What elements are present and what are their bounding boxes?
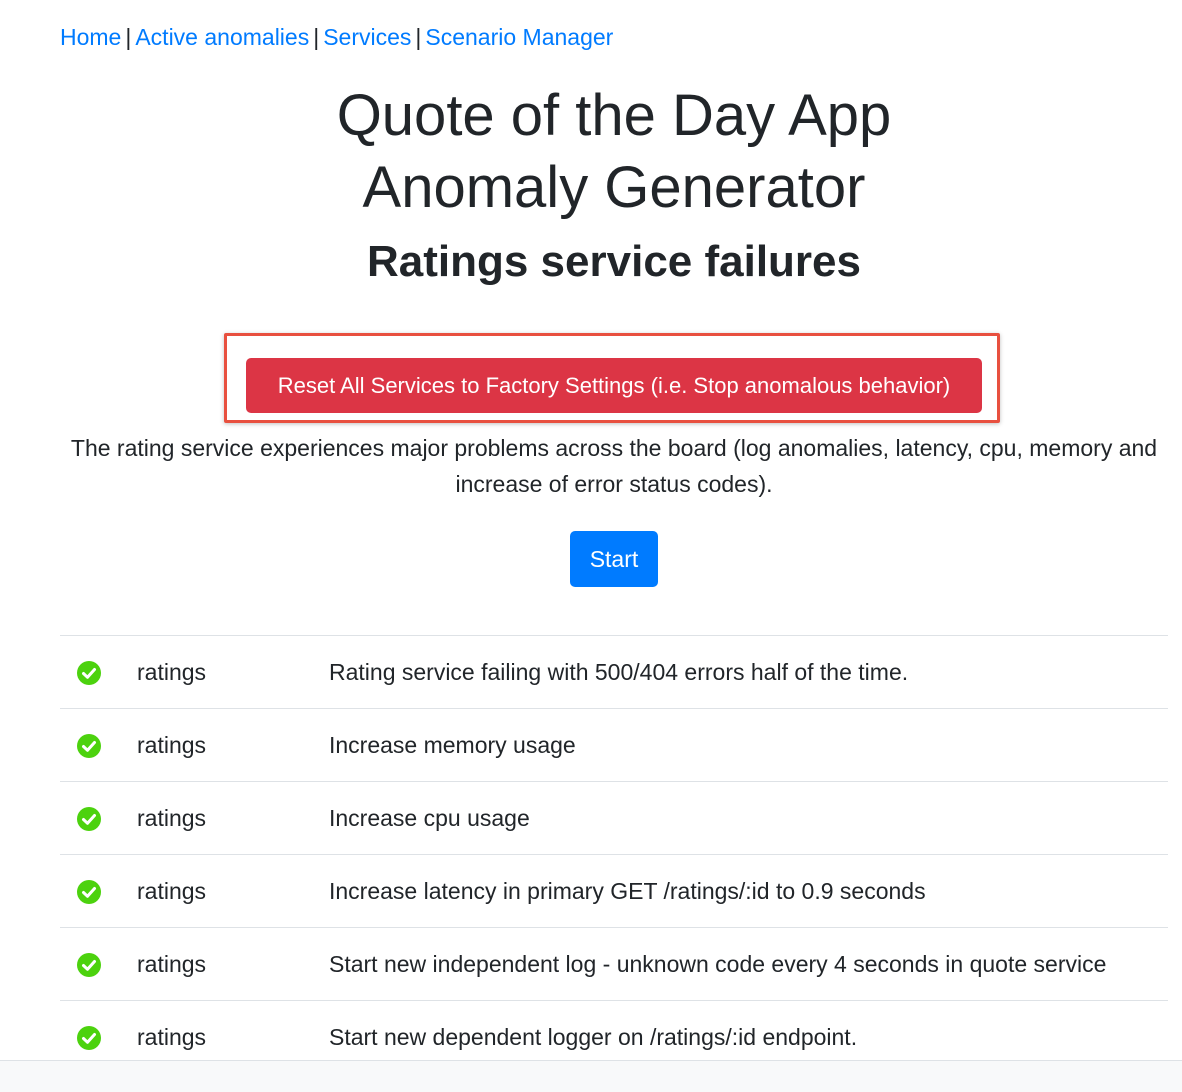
step-description: Rating service failing with 500/404 erro… [329,659,909,685]
page-title-line2: Anomaly Generator [362,155,866,220]
check-circle-icon [77,734,101,758]
step-service: ratings [137,659,207,685]
scenario-title: Ratings service failures [366,237,861,286]
nav-link-scenario-manager[interactable]: Scenario Manager [425,24,613,50]
check-circle-icon [77,661,101,685]
step-description: Start new independent log - unknown code… [329,951,1107,977]
scenario-description: The rating service experiences major pro… [70,435,1158,497]
nav-separator: | [125,24,132,50]
nav-link-services[interactable]: Services [323,24,411,50]
check-circle-icon [77,953,101,977]
table-row: ratings Increase latency in primary GET … [60,855,1168,928]
page-title: Quote of the Day App Anomaly Generator [0,80,1182,224]
step-description: Increase latency in primary GET /ratings… [329,878,926,904]
table-row: ratings Rating service failing with 500/… [60,636,1168,709]
page-title-line1: Quote of the Day App [336,83,892,148]
check-circle-icon [77,1026,101,1050]
step-description: Increase cpu usage [329,805,530,831]
nav-separator: | [415,24,422,50]
nav-separator: | [313,24,320,50]
scenario-steps-table: ratings Rating service failing with 500/… [60,635,1168,1073]
step-description: Increase memory usage [329,732,576,758]
nav-link-active-anomalies[interactable]: Active anomalies [135,24,309,50]
top-nav: Home | Active anomalies | Services | Scenario … [60,22,613,52]
table-row: ratings Increase memory usage [60,709,1168,782]
check-circle-icon [77,880,101,904]
table-row: ratings Increase cpu usage [60,782,1168,855]
start-button[interactable]: Start [570,531,658,587]
step-service: ratings [137,805,207,831]
table-row: ratings Start new independent log - unkn… [60,928,1168,1001]
reset-all-services-button[interactable]: Reset All Services to Factory Settings (… [246,358,982,413]
check-circle-icon [77,807,101,831]
page-footer-strip [0,1060,1182,1092]
step-service: ratings [137,878,207,904]
step-service: ratings [137,732,207,758]
step-service: ratings [137,951,207,977]
nav-link-home[interactable]: Home [60,24,121,50]
